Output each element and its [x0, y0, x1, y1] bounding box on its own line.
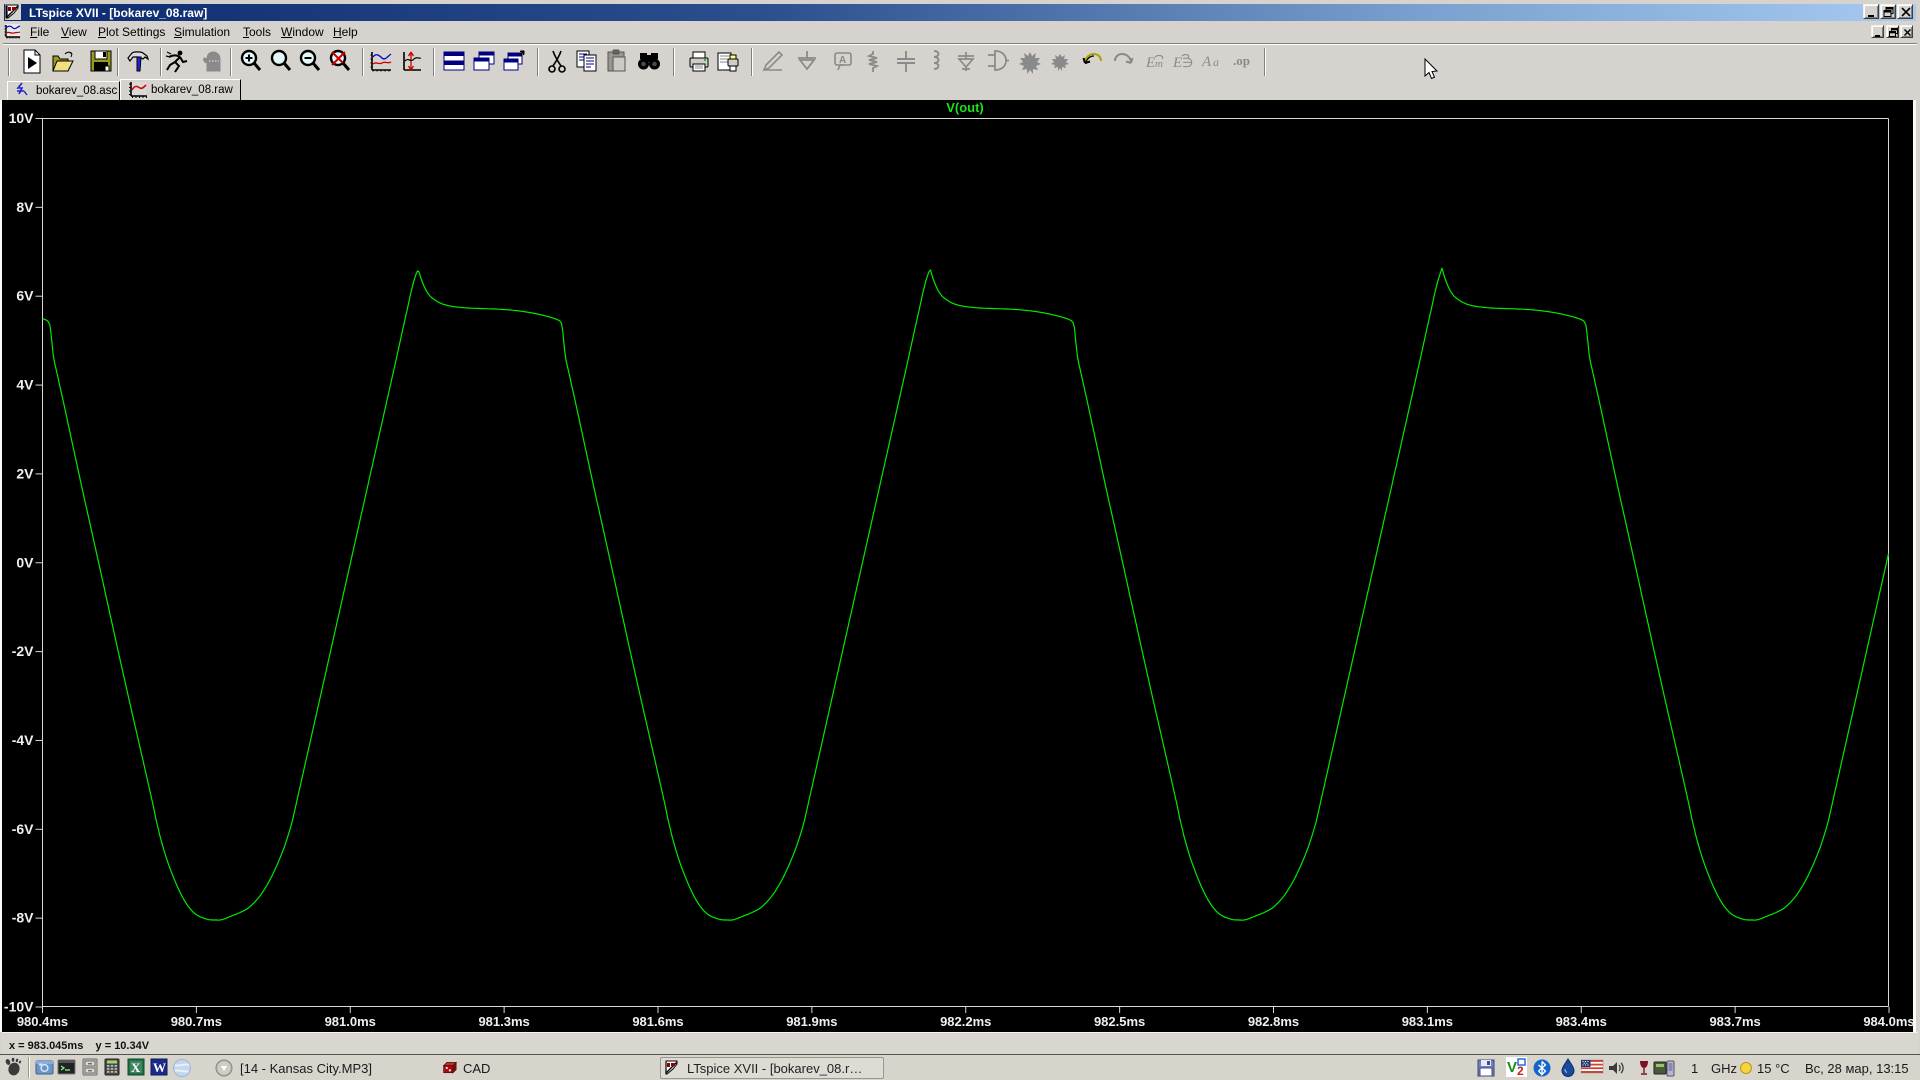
svg-text:-4V: -4V	[12, 732, 34, 748]
svg-text:E: E	[1172, 55, 1182, 71]
svg-text:981.9ms: 981.9ms	[786, 1014, 837, 1029]
svg-text:4V: 4V	[16, 377, 34, 393]
svg-text:981.6ms: 981.6ms	[632, 1014, 683, 1029]
svg-text:-6V: -6V	[12, 821, 34, 837]
svg-text:X: X	[131, 1060, 141, 1075]
svg-text:∋: ∋	[1182, 55, 1193, 70]
svg-text:982.8ms: 982.8ms	[1248, 1014, 1299, 1029]
svg-text:A: A	[1201, 54, 1212, 70]
svg-text:V(out): V(out)	[946, 100, 984, 115]
svg-text:2V: 2V	[16, 465, 34, 481]
svg-text:-10V: -10V	[4, 999, 34, 1015]
svg-text:-8V: -8V	[12, 910, 34, 926]
svg-text:E: E	[1145, 55, 1155, 71]
svg-text:983.7ms: 983.7ms	[1709, 1014, 1760, 1029]
svg-text:982.2ms: 982.2ms	[940, 1014, 991, 1029]
svg-text:980.4ms: 980.4ms	[17, 1014, 68, 1029]
svg-text:982.5ms: 982.5ms	[1094, 1014, 1145, 1029]
svg-text:-2V: -2V	[12, 643, 34, 659]
svg-text:10V: 10V	[9, 110, 35, 126]
svg-text:a: a	[1213, 55, 1219, 69]
svg-text:984.0ms: 984.0ms	[1863, 1014, 1913, 1029]
svg-text:983.1ms: 983.1ms	[1402, 1014, 1453, 1029]
svg-text:W: W	[153, 1060, 166, 1075]
svg-text:A: A	[839, 55, 846, 66]
svg-text:0V: 0V	[16, 554, 34, 570]
svg-text:981.3ms: 981.3ms	[478, 1014, 529, 1029]
svg-text:V: V	[1507, 1059, 1517, 1076]
svg-text:2: 2	[1517, 1064, 1524, 1078]
svg-text:8V: 8V	[16, 199, 34, 215]
svg-text:981.0ms: 981.0ms	[325, 1014, 376, 1029]
svg-text:980.7ms: 980.7ms	[171, 1014, 222, 1029]
svg-text:6V: 6V	[16, 288, 34, 304]
svg-text:983.4ms: 983.4ms	[1556, 1014, 1607, 1029]
svg-text:m: m	[1155, 58, 1163, 70]
svg-text:.op: .op	[1233, 53, 1250, 68]
